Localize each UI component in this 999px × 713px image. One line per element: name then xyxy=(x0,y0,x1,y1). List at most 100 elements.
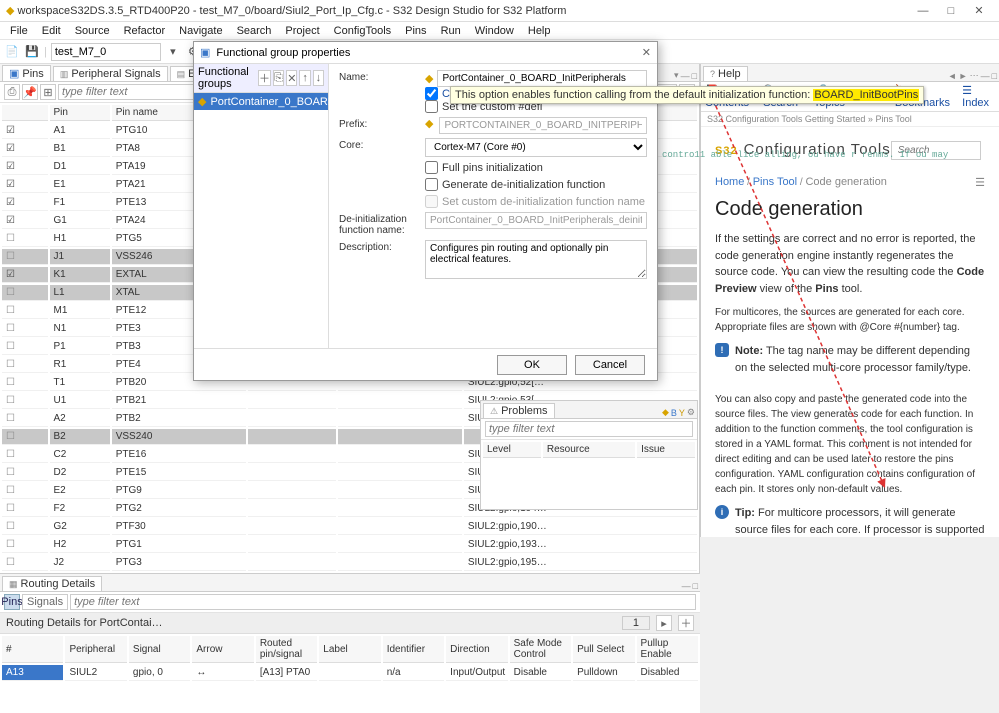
menu-refactor[interactable]: Refactor xyxy=(118,24,172,38)
filter-icon[interactable]: ⎙ xyxy=(4,84,20,100)
functional-groups-header: Functional groups xyxy=(198,66,256,90)
menu-search[interactable]: Search xyxy=(231,24,278,38)
pins-subtab[interactable]: Pins xyxy=(4,594,20,610)
routing-table: #PeripheralSignalArrowRouted pin/signalL… xyxy=(0,634,700,683)
code-snippet: contro11 able lice alling, ou have r ren… xyxy=(662,150,948,161)
help-heading: Code generation xyxy=(715,198,985,221)
called-by-default-checkbox[interactable] xyxy=(425,87,438,100)
new-icon[interactable]: 📄 xyxy=(4,44,20,60)
note-callout: ! Note: The tag name may be different de… xyxy=(715,343,985,384)
filter-y-icon[interactable]: Y xyxy=(679,408,685,418)
copy-group-icon[interactable]: ⎘ xyxy=(273,70,284,86)
tooltip: This option enables function calling fro… xyxy=(450,86,924,104)
crumb-home[interactable]: Home xyxy=(715,176,744,188)
gen-deinit-checkbox[interactable] xyxy=(425,178,438,191)
col-resource[interactable]: Resource xyxy=(543,442,635,458)
functional-group-item[interactable]: ◆ PortContainer_0_BOARD_InitPeripherals xyxy=(194,93,328,110)
minimize-view-icon[interactable]: — xyxy=(681,71,690,81)
maximize-button[interactable]: □ xyxy=(937,2,965,20)
window-title: workspaceS32DS.3.5_RTD400P20 - test_M7_0… xyxy=(18,5,567,17)
save-icon[interactable]: 💾 xyxy=(24,44,40,60)
help-index-link[interactable]: ☰ Index xyxy=(962,84,995,109)
tab-pins[interactable]: ▣Pins xyxy=(2,65,51,81)
dropdown-icon[interactable]: ▾ xyxy=(165,44,181,60)
routing-subtitle: Routing Details for PortContai… xyxy=(6,617,163,629)
tip-icon: i xyxy=(715,505,729,519)
minimize-button[interactable]: — xyxy=(909,2,937,20)
core-select[interactable]: Cortex-M7 (Core #0) xyxy=(425,138,647,157)
description-label: Description: xyxy=(339,240,419,253)
full-pins-label: Full pins initialization xyxy=(442,162,543,174)
col-pin[interactable]: Pin xyxy=(50,105,110,121)
description-input[interactable]: Configures pin routing and optionally pi… xyxy=(425,240,647,279)
menu-file[interactable]: File xyxy=(4,24,34,38)
menu-window[interactable]: Window xyxy=(469,24,520,38)
deinit-name-label: De-initialization function name: xyxy=(339,212,419,236)
crumb-pins[interactable]: Pins Tool xyxy=(753,176,797,188)
tab-problems[interactable]: ⚠Problems xyxy=(483,403,555,418)
routing-filter-input[interactable] xyxy=(70,594,696,610)
back-icon[interactable]: ◄ xyxy=(948,71,957,81)
forward-icon[interactable]: ► xyxy=(959,71,968,81)
problems-filter-input[interactable] xyxy=(485,421,693,437)
menu-run[interactable]: Run xyxy=(435,24,467,38)
maximize-view-icon[interactable]: □ xyxy=(692,71,697,81)
tab-routing-details[interactable]: ▦Routing Details xyxy=(2,576,102,591)
menubar: File Edit Source Refactor Navigate Searc… xyxy=(0,22,999,40)
menu-edit[interactable]: Edit xyxy=(36,24,67,38)
pin-icon[interactable]: 📌 xyxy=(22,84,38,100)
view-menu-icon[interactable]: ▾ xyxy=(674,70,679,81)
menu-help[interactable]: Help xyxy=(522,24,557,38)
delete-group-icon[interactable]: ✕ xyxy=(286,70,297,86)
minimize-view-icon[interactable]: — xyxy=(682,581,691,591)
note-icon: ! xyxy=(715,343,729,357)
minimize-view-icon[interactable]: — xyxy=(981,71,990,81)
warning-icon: ◆ xyxy=(425,117,433,130)
page-next-icon[interactable]: ▸ xyxy=(656,615,672,631)
gen-deinit-label: Generate de-initialization function xyxy=(442,179,605,191)
project-field[interactable]: test_M7_0 xyxy=(51,43,161,61)
menu-configtools[interactable]: ConfigTools xyxy=(328,24,397,38)
full-pins-checkbox[interactable] xyxy=(425,161,438,174)
cancel-button[interactable]: Cancel xyxy=(575,355,645,375)
close-button[interactable]: ✕ xyxy=(965,2,993,20)
menu-pins[interactable]: Pins xyxy=(399,24,432,38)
col-issue[interactable]: Issue xyxy=(637,442,695,458)
problems-table: Level Resource Issue xyxy=(481,440,697,460)
maximize-view-icon[interactable]: □ xyxy=(992,71,997,81)
warning-icon: ◆ xyxy=(198,95,206,108)
dialog-close-button[interactable]: ✕ xyxy=(642,46,651,59)
dialog-icon: ▣ xyxy=(200,46,210,59)
filter-b-icon[interactable]: B xyxy=(671,408,677,418)
tip-callout: i Tip: For multicore processors, it will… xyxy=(715,505,985,537)
dialog-title: Functional group properties xyxy=(216,47,350,59)
set-custom-define-checkbox[interactable] xyxy=(425,100,438,113)
table-row[interactable]: J2PTG3SIUL2:gpio,195… xyxy=(2,555,697,571)
menu-navigate[interactable]: Navigate xyxy=(173,24,228,38)
add-group-icon[interactable]: ＋ xyxy=(258,70,271,86)
help-para-3: You can also copy and paste the generate… xyxy=(715,392,985,497)
prefix-input xyxy=(439,117,647,134)
add-icon[interactable]: ＋ xyxy=(678,615,694,631)
name-input[interactable] xyxy=(437,70,647,87)
menu-icon[interactable]: ☰ xyxy=(975,176,985,189)
menu-project[interactable]: Project xyxy=(279,24,325,38)
col-level[interactable]: Level xyxy=(483,442,541,458)
signals-subtab[interactable]: Signals xyxy=(22,594,68,610)
page-number[interactable]: 1 xyxy=(622,616,650,630)
ok-button[interactable]: OK xyxy=(497,355,567,375)
prefix-label: Prefix: xyxy=(339,117,419,130)
maximize-view-icon[interactable]: □ xyxy=(693,581,698,591)
logo-icon: ◆ xyxy=(6,4,14,17)
table-row[interactable]: G2PTF30SIUL2:gpio,190… xyxy=(2,519,697,535)
settings-icon[interactable]: ⚙ xyxy=(687,407,695,418)
tab-help[interactable]: ?Help xyxy=(703,66,748,81)
view-icon[interactable]: ⊞ xyxy=(40,84,56,100)
more-icon[interactable]: ⋯ xyxy=(970,70,979,81)
table-row[interactable]: H2PTG1SIUL2:gpio,193… xyxy=(2,537,697,553)
tab-peripheral-signals[interactable]: ▥Peripheral Signals xyxy=(53,66,168,81)
filter-warn-icon[interactable]: ◆ xyxy=(662,407,669,418)
up-group-icon[interactable]: ↑ xyxy=(299,70,310,86)
down-group-icon[interactable]: ↓ xyxy=(313,70,324,86)
menu-source[interactable]: Source xyxy=(69,24,116,38)
